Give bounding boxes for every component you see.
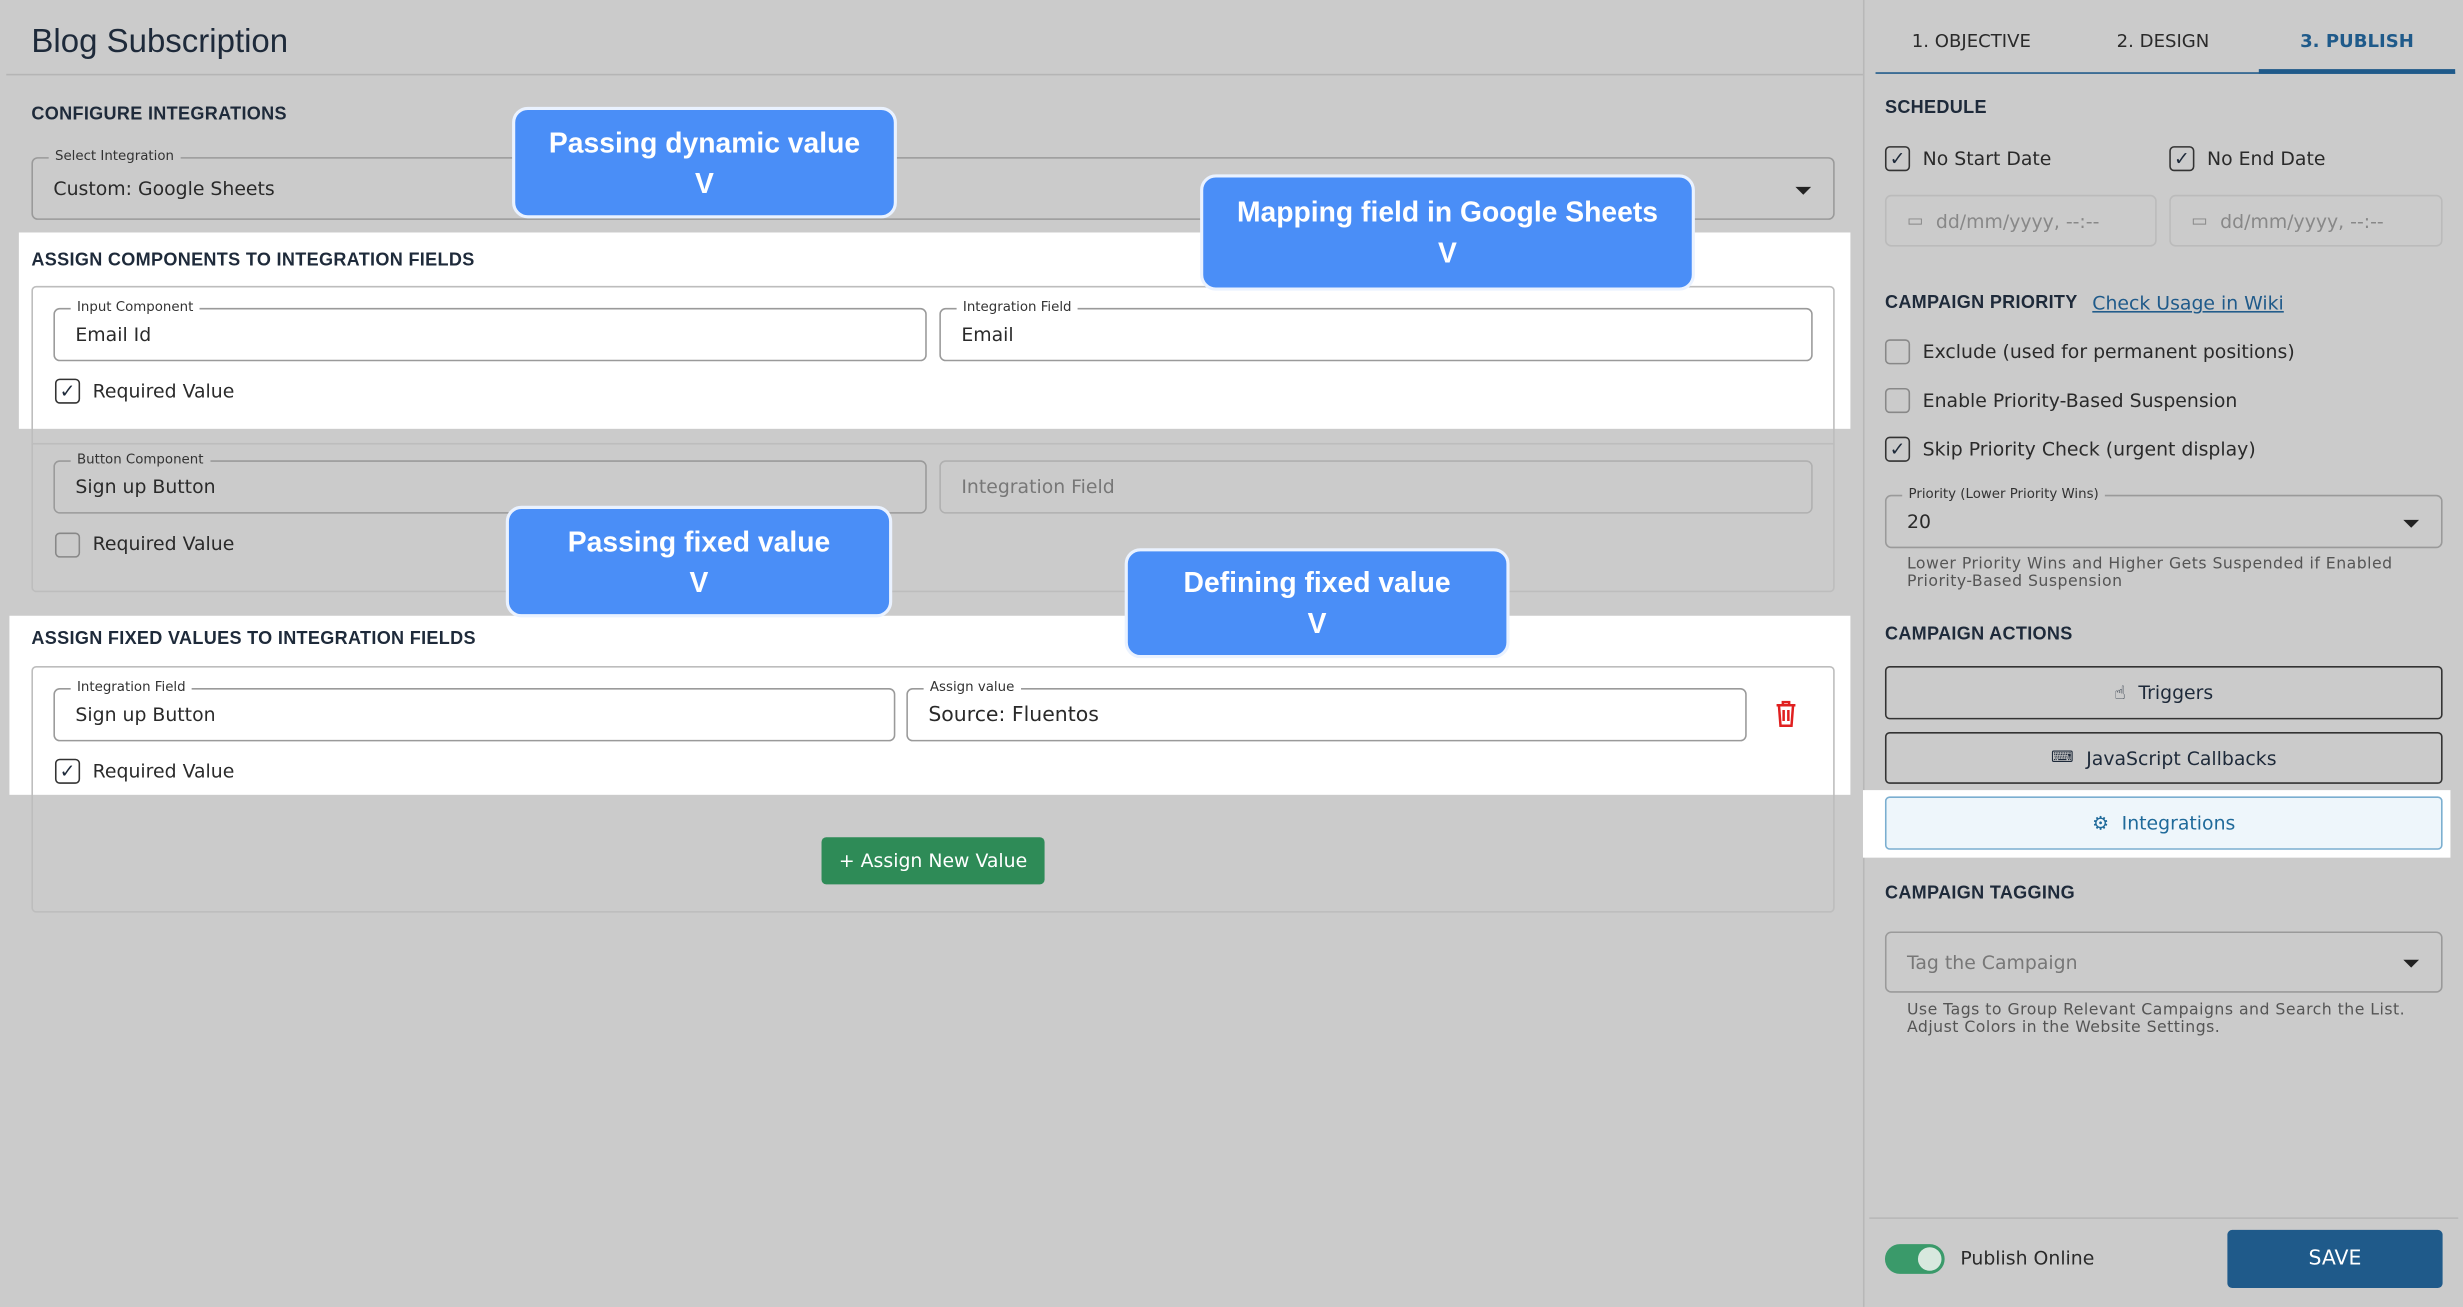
- assign-fixed-heading: ASSIGN FIXED VALUES TO INTEGRATION FIELD…: [31, 629, 476, 649]
- chevron-down-icon: [2403, 959, 2420, 968]
- assign-value-field[interactable]: Assign value Source: Fluentos: [906, 678, 1747, 742]
- callout-arrow: V: [1307, 607, 1327, 640]
- integrations-button[interactable]: ⚙ Integrations: [1884, 796, 2443, 850]
- code-icon: ⌨: [2050, 749, 2074, 767]
- toggle-knob: [1917, 1247, 1942, 1271]
- save-button[interactable]: SAVE: [2227, 1229, 2443, 1289]
- callout-mapping-field: Mapping field in Google Sheets V: [1200, 174, 1695, 291]
- callout-arrow: V: [689, 566, 709, 598]
- callout-text: Passing dynamic value: [548, 126, 861, 158]
- start-date-input[interactable]: ▭ dd/mm/yyyy, --:--: [1884, 194, 2157, 247]
- hand-pointer-icon: ☝: [2114, 681, 2126, 704]
- divider: [31, 442, 1835, 445]
- field-value: Sign up Button: [75, 475, 216, 498]
- callout-arrow: V: [1438, 237, 1457, 269]
- priority-help: Lower Priority Wins and Higher Gets Susp…: [1906, 556, 2393, 590]
- priority-select[interactable]: Priority (Lower Priority Wins) 20: [1884, 485, 2443, 549]
- footer-divider: [1869, 1217, 2459, 1219]
- field-label: Integration Field: [70, 678, 192, 698]
- page-title: Blog Subscription: [31, 23, 289, 60]
- priority-heading: CAMPAIGN PRIORITY: [1884, 293, 2078, 313]
- assign-components-heading: ASSIGN COMPONENTS TO INTEGRATION FIELDS: [31, 251, 475, 271]
- suspension-checkbox[interactable]: [1884, 387, 1911, 414]
- callout-text: Mapping field in Google Sheets: [1236, 196, 1658, 228]
- no-end-date-label: No End Date: [2206, 147, 2326, 170]
- callout-fixed-value: Passing fixed value V: [505, 505, 893, 618]
- field-value: Source: Fluentos: [928, 702, 1099, 727]
- tag-select[interactable]: Tag the Campaign: [1884, 931, 2443, 993]
- integration-field-input[interactable]: Integration Field: [939, 460, 1813, 514]
- configure-heading: CONFIGURE INTEGRATIONS: [31, 105, 287, 125]
- tab-objective[interactable]: 1. OBJECTIVE: [1876, 13, 2068, 70]
- tagging-heading: CAMPAIGN TAGGING: [1884, 884, 2075, 904]
- exclude-checkbox[interactable]: [1884, 339, 1911, 365]
- field-label: Priority (Lower Priority Wins): [1902, 485, 2106, 505]
- field-label: Input Component: [70, 298, 200, 318]
- field-value: Sign up Button: [75, 703, 216, 726]
- input-component-field[interactable]: Input Component Email Id: [53, 298, 927, 362]
- app: Blog Subscription CONFIGURE INTEGRATIONS…: [0, 0, 2463, 1307]
- calendar-icon: ▭: [2191, 210, 2208, 231]
- exclude-label: Exclude (used for permanent positions): [1922, 340, 2295, 363]
- required-checkbox[interactable]: [54, 532, 81, 558]
- actions-heading: CAMPAIGN ACTIONS: [1884, 625, 2073, 645]
- no-end-date-checkbox[interactable]: ✓: [2169, 146, 2195, 172]
- select-integration-value: Custom: Google Sheets: [53, 177, 275, 200]
- field-label: Integration Field: [956, 298, 1078, 318]
- tab-design[interactable]: 2. DESIGN: [2067, 13, 2259, 70]
- publish-online-toggle[interactable]: [1884, 1244, 1945, 1274]
- publish-online-label: Publish Online: [1960, 1247, 2095, 1270]
- field-value: Email Id: [75, 323, 152, 346]
- field-placeholder: Integration Field: [961, 475, 1115, 498]
- field-value: Email: [961, 323, 1014, 346]
- tab-publish[interactable]: 3. PUBLISH: [2259, 13, 2455, 70]
- calendar-icon: ▭: [1906, 210, 1924, 231]
- trash-icon[interactable]: [1775, 700, 1797, 728]
- no-start-date-checkbox[interactable]: ✓: [1884, 146, 1911, 172]
- skip-priority-checkbox[interactable]: ✓: [1884, 436, 1911, 462]
- required-checkbox[interactable]: ✓: [54, 378, 81, 404]
- date-placeholder: dd/mm/yyyy, --:--: [1935, 209, 2100, 232]
- required-checkbox[interactable]: ✓: [54, 758, 81, 784]
- required-label: Required Value: [92, 532, 235, 555]
- fixed-integration-field[interactable]: Integration Field Sign up Button: [53, 678, 896, 742]
- button-label: Triggers: [2138, 681, 2214, 704]
- select-integration-label: Select Integration: [48, 147, 181, 167]
- assign-new-value-button[interactable]: + Assign New Value: [821, 837, 1045, 885]
- required-label: Required Value: [92, 760, 235, 783]
- schedule-heading: SCHEDULE: [1884, 98, 1987, 118]
- date-placeholder: dd/mm/yyyy, --:--: [2220, 209, 2384, 232]
- callout-dynamic-value: Passing dynamic value V: [512, 106, 897, 219]
- javascript-callbacks-button[interactable]: ⌨ JavaScript Callbacks: [1884, 731, 2443, 784]
- tag-placeholder: Tag the Campaign: [1906, 951, 2078, 974]
- wiki-link[interactable]: Check Usage in Wiki: [2092, 292, 2283, 314]
- button-label: JavaScript Callbacks: [2086, 746, 2277, 769]
- triggers-button[interactable]: ☝ Triggers: [1884, 666, 2443, 720]
- button-label: Integrations: [2121, 812, 2236, 835]
- active-tab-indicator: [2258, 69, 2456, 74]
- callout-defining-value: Defining fixed value V: [1124, 548, 1510, 659]
- divider: [6, 73, 1863, 76]
- suspension-label: Enable Priority-Based Suspension: [1922, 389, 2238, 412]
- chevron-down-icon: [2403, 519, 2420, 528]
- tag-help: Use Tags to Group Relevant Campaigns and…: [1906, 1002, 2406, 1036]
- chevron-down-icon: [1795, 186, 1812, 195]
- field-value: 20: [1906, 510, 1931, 533]
- no-start-date-label: No Start Date: [1922, 147, 2052, 170]
- field-label: Assign value: [923, 678, 1021, 698]
- required-label: Required Value: [92, 380, 235, 403]
- field-label: Button Component: [70, 450, 210, 470]
- integration-field-email[interactable]: Integration Field Email: [939, 298, 1813, 362]
- end-date-input[interactable]: ▭ dd/mm/yyyy, --:--: [2169, 194, 2443, 247]
- callout-text: Passing fixed value: [567, 525, 831, 557]
- gear-icon: ⚙: [2092, 812, 2110, 835]
- sidebar: [1862, 0, 1865, 1307]
- callout-text: Defining fixed value: [1183, 567, 1451, 599]
- skip-priority-label: Skip Priority Check (urgent display): [1922, 438, 2256, 461]
- callout-arrow: V: [695, 167, 714, 199]
